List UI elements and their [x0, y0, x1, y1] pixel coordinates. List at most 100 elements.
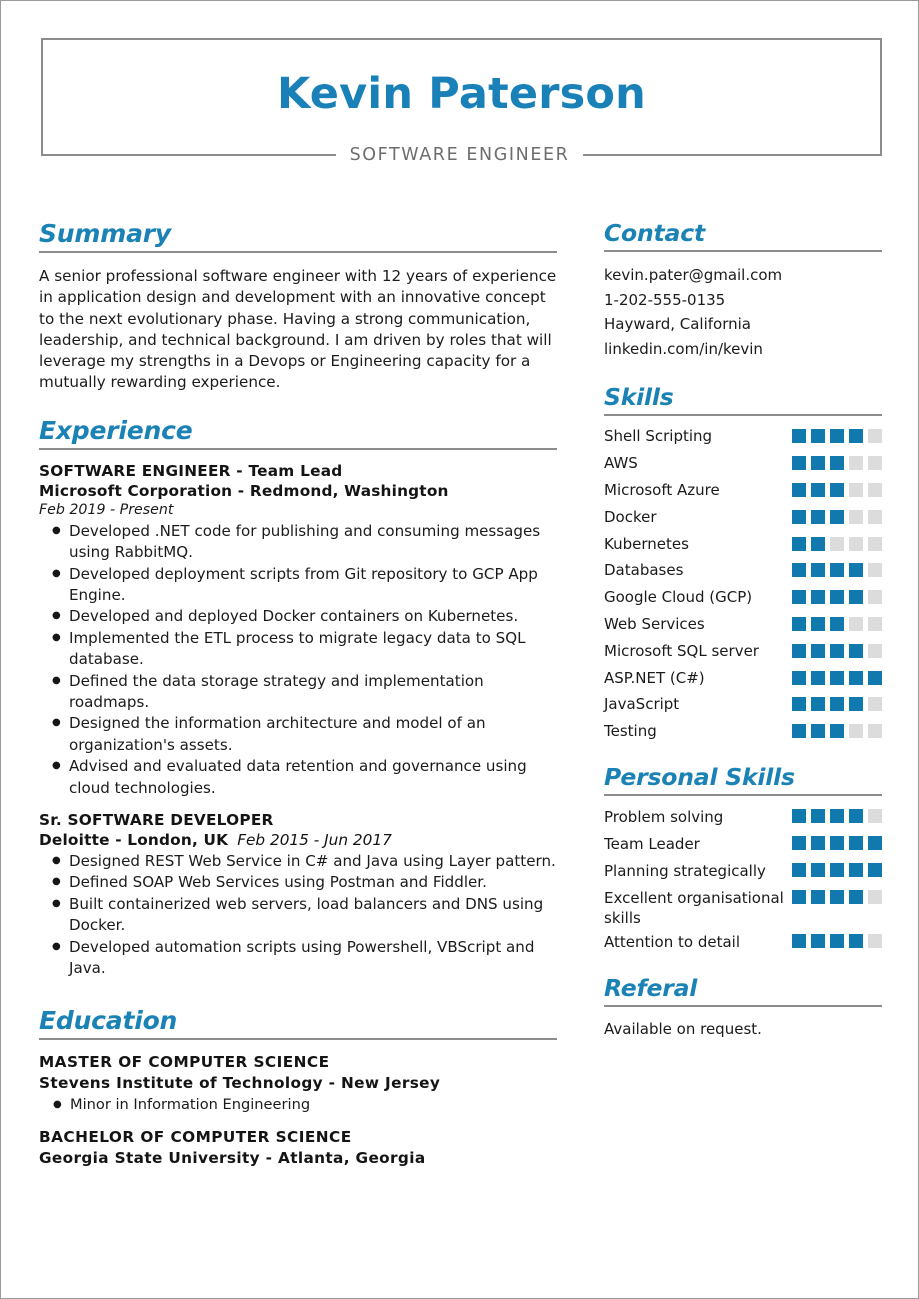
- section-title-summary: Summary: [39, 219, 171, 248]
- skill-row: Kubernetes: [604, 530, 882, 557]
- contact-item[interactable]: Hayward, California: [604, 312, 882, 337]
- rating-square-filled: [811, 429, 825, 444]
- rating-square-filled: [830, 429, 844, 444]
- skill-label: Planning strategically: [604, 861, 766, 880]
- contact-item[interactable]: 1-202-555-0135: [604, 288, 882, 313]
- experience-job-list: SOFTWARE ENGINEER - Team Lead Microsoft C…: [39, 461, 557, 980]
- skill-label: Web Services: [604, 614, 705, 633]
- skill-label: Testing: [604, 722, 657, 741]
- rating-square-empty: [868, 536, 882, 551]
- skill-row: Google Cloud (GCP): [604, 584, 882, 611]
- rating-square-filled: [830, 456, 844, 471]
- rating-square-filled: [811, 536, 825, 551]
- education-bullet: Minor in Information Engineering: [53, 1094, 557, 1116]
- experience-company: Microsoft Corporation - Redmond, Washing…: [39, 481, 557, 501]
- personal-skill-row: Planning strategically: [604, 858, 882, 885]
- education-bullet-list: Minor in Information Engineering: [39, 1094, 557, 1116]
- rating-square-filled: [792, 509, 806, 524]
- section-title-education: Education: [39, 1005, 178, 1035]
- skill-label: Attention to detail: [604, 932, 740, 951]
- section-skills: Skills Shell Scripting AWS Microsoft Azure…: [604, 383, 882, 745]
- rating-square-filled: [849, 697, 863, 712]
- skill-row: JavaScript: [604, 691, 882, 718]
- rating-square-empty: [830, 536, 844, 551]
- skill-rating: [792, 804, 882, 823]
- experience-bullet: Built containerized web servers, load ba…: [52, 893, 557, 937]
- personal-skills-list: Problem solving Team Leader Planning strat…: [604, 804, 882, 956]
- rating-square-filled: [792, 616, 806, 631]
- skill-rating: [792, 885, 882, 904]
- contact-list: kevin.pater@gmail.com 1-202-555-0135 Haywa…: [604, 263, 882, 361]
- rating-square-filled: [811, 456, 825, 471]
- experience-role: Sr. SOFTWARE DEVELOPER: [39, 811, 274, 830]
- rating-square-empty: [868, 808, 882, 823]
- experience-bullet: Developed .NET code for publishing and c…: [52, 520, 557, 564]
- section-contact: Contact kevin.pater@gmail.com 1-202-555-0…: [604, 219, 882, 361]
- skill-rating: [792, 429, 882, 444]
- experience-bullet: Defined SOAP Web Services using Postman …: [52, 871, 557, 893]
- experience-dates: Feb 2015 - Jun 2017: [237, 831, 392, 850]
- rating-square-filled: [811, 670, 825, 685]
- skill-row: Web Services: [604, 611, 882, 638]
- skill-label: JavaScript: [604, 695, 680, 714]
- personal-skill-row: Team Leader: [604, 831, 882, 858]
- experience-bullet: Defined the data storage strategy and im…: [52, 670, 557, 714]
- rating-square-filled: [849, 933, 863, 948]
- rating-square-filled: [792, 835, 806, 850]
- rating-square-filled: [849, 563, 863, 578]
- rating-square-filled: [830, 616, 844, 631]
- skill-rating: [792, 929, 882, 948]
- rating-square-empty: [849, 616, 863, 631]
- rating-square-filled: [849, 643, 863, 658]
- rating-square-filled: [849, 862, 863, 877]
- skill-rating: [792, 858, 882, 877]
- rating-square-filled: [811, 643, 825, 658]
- skill-row: Databases: [604, 557, 882, 584]
- skill-label: ASP.NET (C#): [604, 668, 705, 687]
- rating-square-filled: [811, 509, 825, 524]
- experience-company: Deloitte - London, UK Feb 2015 - Jun 2017: [39, 830, 557, 850]
- rating-square-filled: [830, 643, 844, 658]
- rating-square-filled: [792, 429, 806, 444]
- rating-square-filled: [792, 808, 806, 823]
- skill-label: Google Cloud (GCP): [604, 588, 753, 607]
- skill-rating: [792, 697, 882, 712]
- skill-row: Microsoft Azure: [604, 477, 882, 504]
- contact-item[interactable]: linkedin.com/in/kevin: [604, 337, 882, 362]
- rating-square-filled: [868, 670, 882, 685]
- rating-square-filled: [830, 670, 844, 685]
- rating-square-filled: [849, 889, 863, 904]
- education-school: Stevens Institute of Technology - New Je…: [39, 1073, 441, 1092]
- experience-bullet-list: Designed REST Web Service in C# and Java…: [39, 850, 557, 979]
- rating-square-filled: [830, 933, 844, 948]
- rating-square-filled: [868, 835, 882, 850]
- experience-bullet: Designed REST Web Service in C# and Java…: [52, 850, 557, 872]
- personal-skill-row: Excellent organisational skills: [604, 885, 882, 929]
- skill-rating: [792, 724, 882, 739]
- rating-square-filled: [811, 862, 825, 877]
- contact-item[interactable]: kevin.pater@gmail.com: [604, 263, 882, 288]
- rating-square-empty: [868, 590, 882, 605]
- skill-rating: [792, 509, 882, 524]
- rating-square-filled: [811, 724, 825, 739]
- skill-label: Microsoft SQL server: [604, 641, 759, 660]
- experience-entry: Sr. SOFTWARE DEVELOPER Deloitte - London,…: [39, 810, 557, 979]
- education-school: Georgia State University - Atlanta, Geor…: [39, 1148, 426, 1167]
- rating-square-empty: [868, 429, 882, 444]
- rating-square-filled: [830, 590, 844, 605]
- rating-square-filled: [792, 482, 806, 497]
- rating-square-filled: [792, 670, 806, 685]
- section-divider: [604, 793, 882, 796]
- skill-rating: [792, 563, 882, 578]
- education-entry: MASTER OF COMPUTER SCIENCE Stevens Instit…: [39, 1052, 557, 1116]
- rating-square-filled: [849, 808, 863, 823]
- rating-square-filled: [830, 509, 844, 524]
- skill-rating: [792, 616, 882, 631]
- rating-square-filled: [830, 697, 844, 712]
- experience-company-label: Microsoft Corporation - Redmond, Washing…: [39, 481, 449, 500]
- rating-square-filled: [792, 643, 806, 658]
- section-title-contact: Contact: [604, 219, 705, 247]
